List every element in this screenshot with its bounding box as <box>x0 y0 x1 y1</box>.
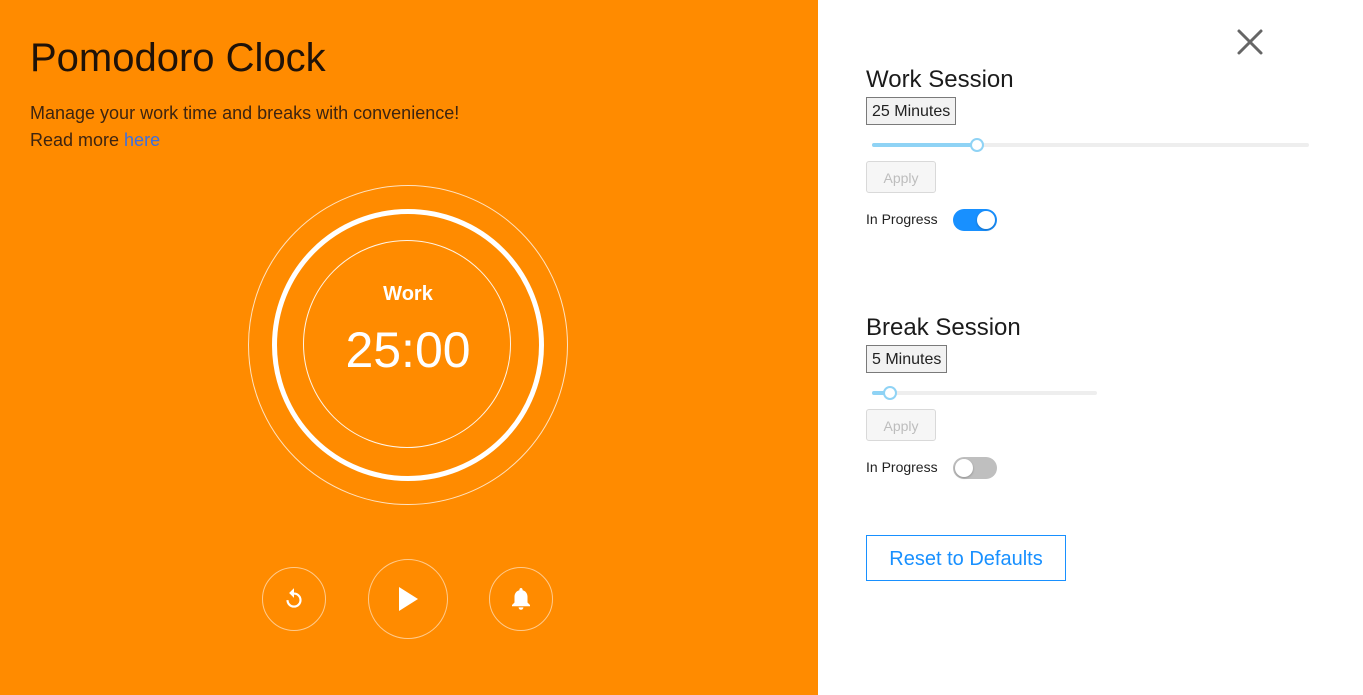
description-text: Manage your work time and breaks with co… <box>30 103 460 123</box>
close-icon <box>1237 29 1263 55</box>
reset-icon <box>286 588 302 608</box>
close-button[interactable] <box>1234 26 1266 58</box>
app-title: Pomodoro Clock <box>30 36 326 80</box>
app-root: Pomodoro Clock Manage your work time and… <box>0 0 1363 695</box>
break-duration-slider[interactable] <box>872 386 1097 400</box>
work-session-title: Work Session <box>866 66 1014 93</box>
settings-panel: Work Session 25 Minutes Apply In Progres… <box>818 0 1363 695</box>
timer-clock: Work 25:00 <box>248 185 568 505</box>
break-apply-button[interactable]: Apply <box>866 409 936 441</box>
break-in-progress-toggle[interactable] <box>953 457 997 479</box>
break-minutes-display: 5 Minutes <box>866 345 948 373</box>
work-in-progress-label: In Progress <box>866 211 938 227</box>
work-minutes-display: 25 Minutes <box>866 97 957 125</box>
reset-to-defaults-button[interactable]: Reset to Defaults <box>866 535 1066 581</box>
timer-mode-label: Work <box>383 283 433 305</box>
break-in-progress-label: In Progress <box>866 459 938 475</box>
work-in-progress-toggle[interactable] <box>953 209 997 231</box>
work-slider-fill <box>872 143 977 147</box>
break-session-title: Break Session <box>866 314 1021 341</box>
read-more-line: Read more here <box>30 127 459 154</box>
work-slider-handle[interactable] <box>969 138 984 152</box>
bell-icon <box>512 588 530 610</box>
notification-button[interactable] <box>489 567 553 631</box>
work-duration-slider[interactable] <box>872 138 1309 152</box>
reset-timer-button[interactable] <box>262 567 326 631</box>
read-more-prefix: Read more <box>30 130 125 150</box>
read-more-link[interactable]: here <box>124 130 160 150</box>
app-description: Manage your work time and breaks with co… <box>30 100 459 154</box>
timer-display: 25:00 <box>345 322 471 378</box>
break-toggle-knob <box>955 459 973 477</box>
play-icon <box>399 587 418 611</box>
play-button[interactable] <box>368 559 448 639</box>
timer-panel: Pomodoro Clock Manage your work time and… <box>0 0 818 695</box>
break-slider-handle[interactable] <box>883 386 897 400</box>
work-toggle-knob <box>977 211 995 229</box>
work-apply-button[interactable]: Apply <box>866 161 936 193</box>
